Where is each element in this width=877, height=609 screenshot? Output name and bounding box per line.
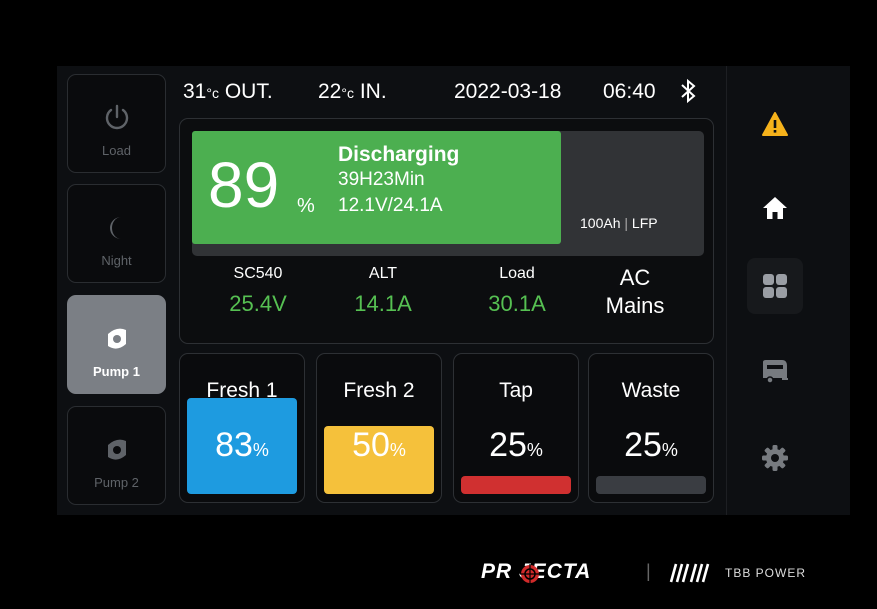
power-icon xyxy=(68,103,165,138)
caravan-icon[interactable] xyxy=(747,344,803,400)
time-display: 06:40 xyxy=(603,80,656,103)
stat-sc540: SC540 25.4V xyxy=(229,265,287,316)
footer-divider: | xyxy=(646,561,651,581)
pump1-button[interactable]: Pump 1 xyxy=(67,295,166,394)
tank-name: Waste xyxy=(621,379,681,402)
grid-icon[interactable] xyxy=(747,258,803,314)
battery-percent-sign: % xyxy=(297,195,315,217)
pump1-label: Pump 1 xyxy=(93,364,140,379)
pump2-button[interactable]: Pump 2 xyxy=(67,406,166,505)
tank-value: 83% xyxy=(215,426,269,464)
voltage-current: 12.1V/24.1A xyxy=(338,195,443,216)
date-display: 2022-03-18 xyxy=(454,80,562,103)
tank-name: Tap xyxy=(499,379,533,402)
bluetooth-icon xyxy=(677,78,699,110)
warning-icon[interactable] xyxy=(747,96,803,152)
tank-waste[interactable]: Waste 25% xyxy=(588,353,714,503)
gear-icon[interactable] xyxy=(747,430,803,486)
load-label: Load xyxy=(102,143,131,158)
pump-icon xyxy=(68,324,165,359)
tank-tap[interactable]: Tap 25% xyxy=(453,353,579,503)
load-button[interactable]: Load xyxy=(67,74,166,173)
home-icon[interactable] xyxy=(747,180,803,236)
outside-temperature: 31°c OUT. xyxy=(183,80,273,103)
battery-panel[interactable]: 89 % Discharging 39H23Min 12.1V/24.1A 10… xyxy=(179,118,714,344)
pump2-label: Pump 2 xyxy=(94,475,139,490)
pump-icon xyxy=(68,435,165,470)
night-button[interactable]: Night xyxy=(67,184,166,283)
time-remaining: 39H23Min xyxy=(338,169,425,190)
target-logo-icon xyxy=(519,563,541,590)
tbb-logo-icon xyxy=(667,562,711,589)
battery-state: Discharging xyxy=(338,143,460,166)
inside-temperature: 22°c IN. xyxy=(318,80,387,103)
nav-divider xyxy=(726,66,727,515)
moon-icon xyxy=(68,213,165,248)
tank-name: Fresh 1 xyxy=(206,379,278,402)
battery-capacity: 100Ah | LFP xyxy=(580,215,658,231)
stat-alt: ALT 14.1A xyxy=(354,265,412,316)
tank-value: 25% xyxy=(624,426,678,464)
display-screen: Load Night Pump 1 Pump 2 31°c OUT. 22°c … xyxy=(57,66,850,515)
ac-mains: AC Mains xyxy=(605,265,665,318)
tank-fill xyxy=(596,476,706,494)
tank-value: 25% xyxy=(489,426,543,464)
battery-gauge: 89 % Discharging 39H23Min 12.1V/24.1A 10… xyxy=(192,131,704,256)
battery-percent: 89 xyxy=(208,149,280,221)
stat-load: Load 30.1A xyxy=(488,265,546,316)
night-label: Night xyxy=(101,253,132,268)
battery-fill: 89 % Discharging 39H23Min 12.1V/24.1A xyxy=(192,131,561,244)
tank-fresh2[interactable]: Fresh 2 50% xyxy=(316,353,442,503)
tbb-power-text: TBB POWER xyxy=(725,566,807,580)
tank-value: 50% xyxy=(352,426,406,464)
tank-fresh1[interactable]: Fresh 1 83% xyxy=(179,353,305,503)
tank-fill xyxy=(461,476,571,494)
tank-name: Fresh 2 xyxy=(343,379,415,402)
